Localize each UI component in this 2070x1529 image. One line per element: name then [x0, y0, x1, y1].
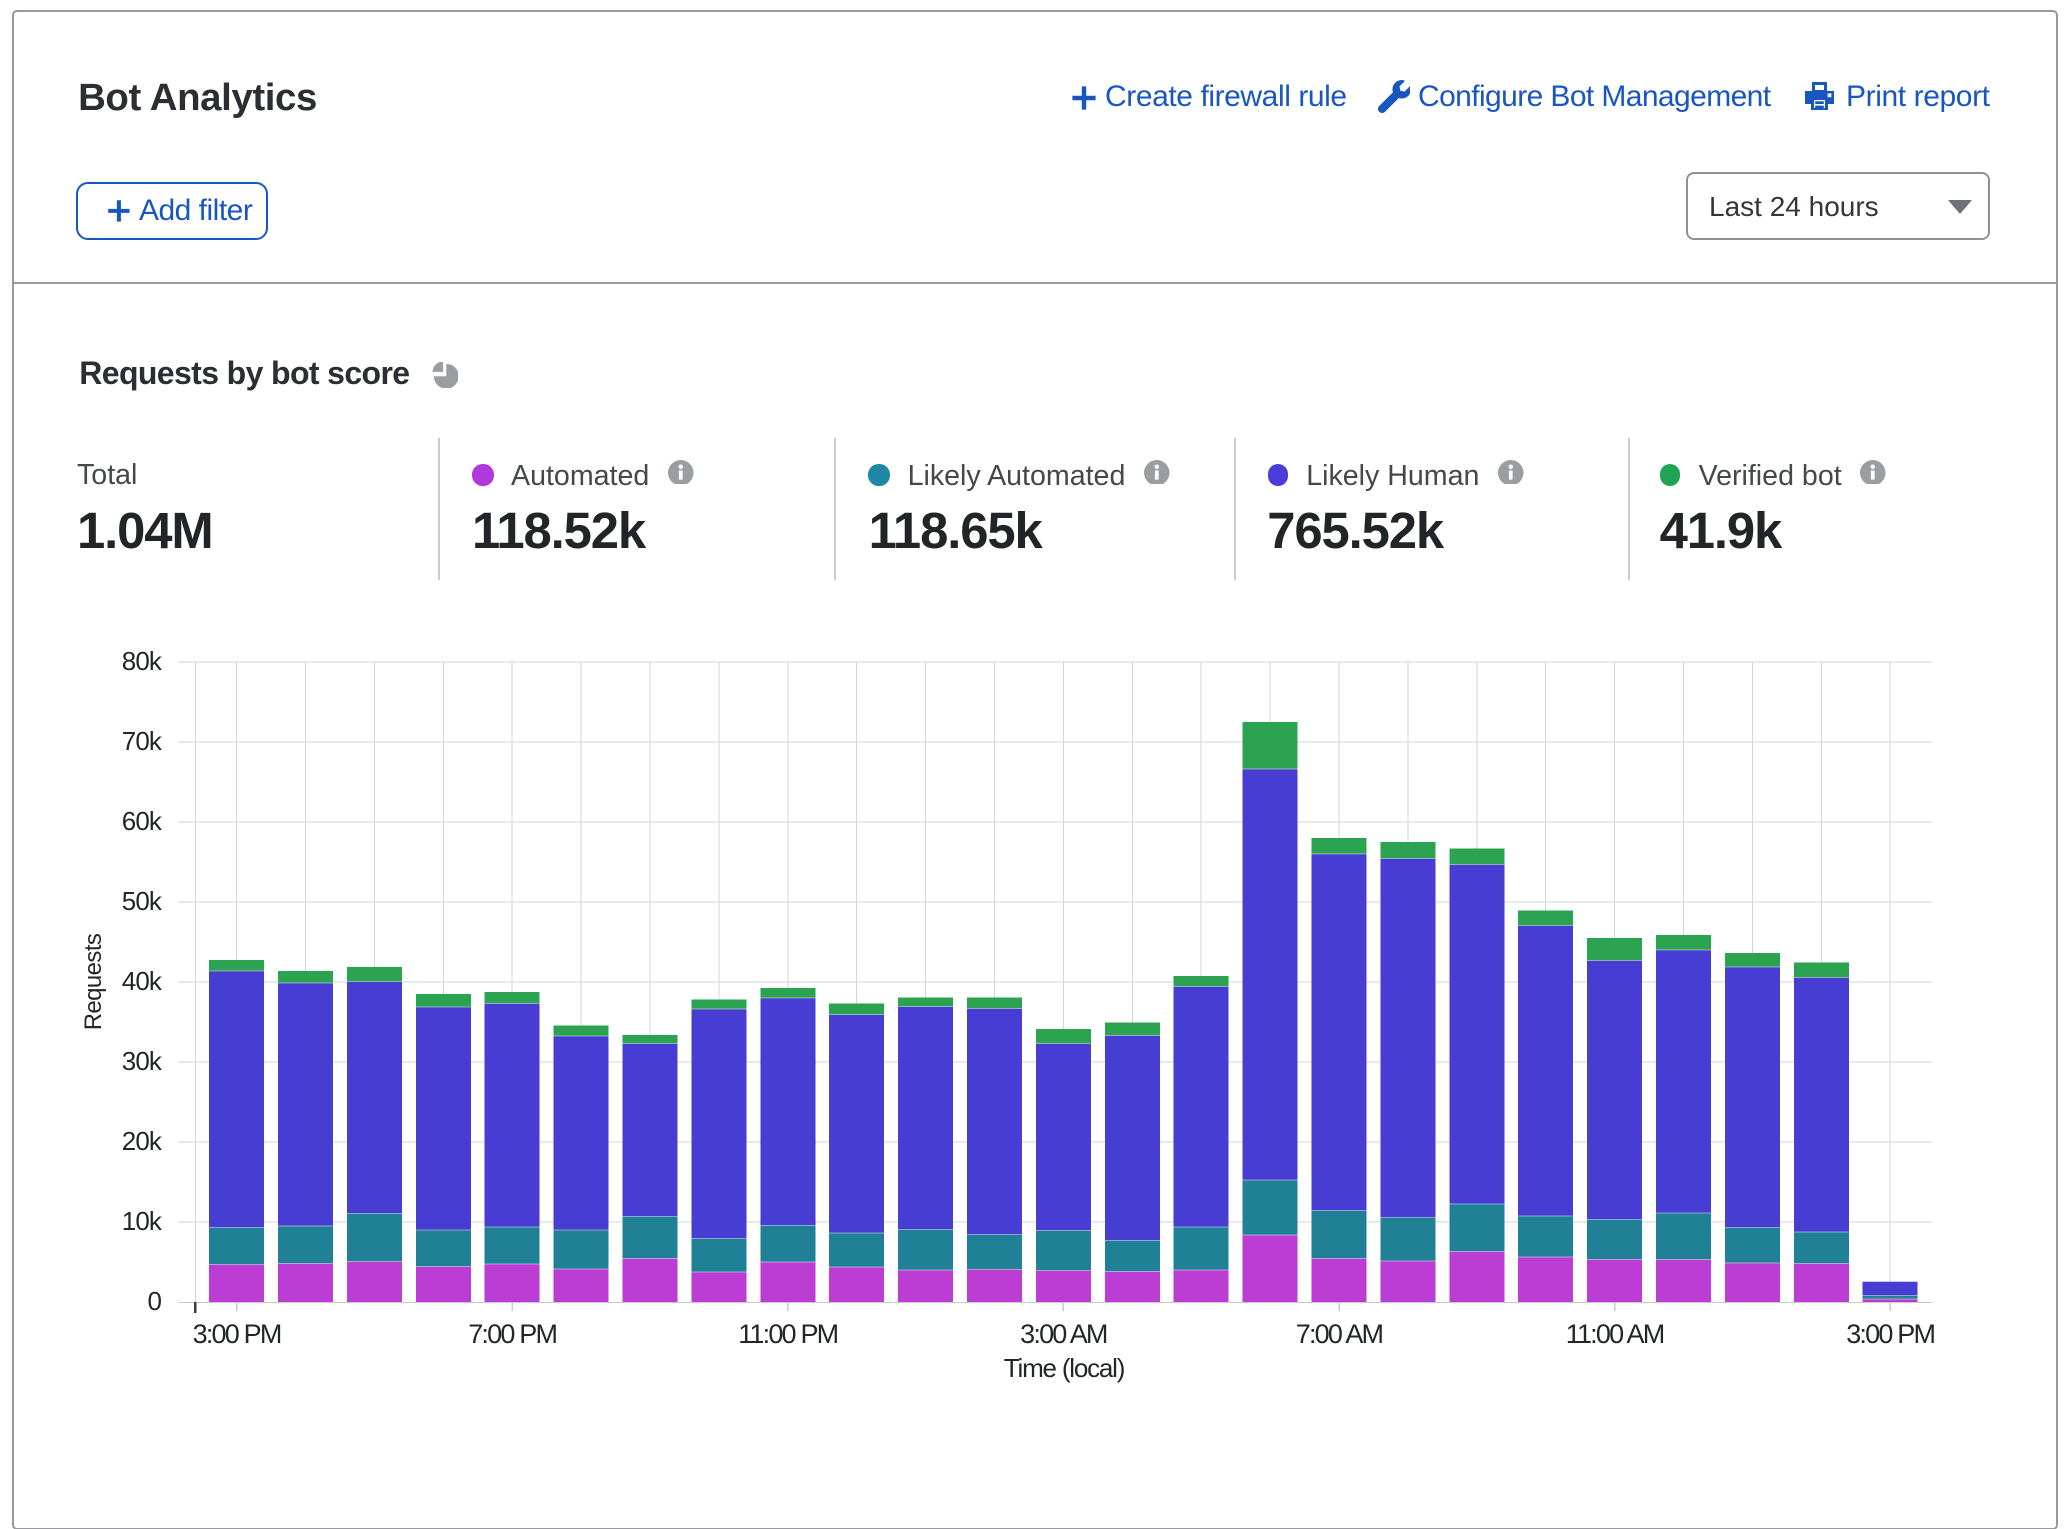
- svg-text:10k: 10k: [122, 1206, 163, 1236]
- svg-text:7:00 AM: 7:00 AM: [1296, 1319, 1383, 1349]
- svg-text:11:00 AM: 11:00 AM: [1566, 1319, 1664, 1349]
- svg-text:70k: 70k: [122, 726, 163, 756]
- svg-text:3:00 PM: 3:00 PM: [193, 1319, 281, 1349]
- svg-text:11:00 PM: 11:00 PM: [738, 1319, 837, 1349]
- svg-text:7:00 PM: 7:00 PM: [468, 1319, 556, 1349]
- svg-text:Time (local): Time (local): [1004, 1353, 1125, 1383]
- svg-text:0: 0: [147, 1286, 161, 1316]
- svg-text:20k: 20k: [122, 1126, 163, 1156]
- svg-text:60k: 60k: [122, 806, 163, 836]
- svg-text:3:00 AM: 3:00 AM: [1020, 1319, 1107, 1349]
- svg-text:Requests: Requests: [80, 933, 107, 1030]
- svg-text:3:00 PM: 3:00 PM: [1846, 1319, 1934, 1349]
- svg-text:40k: 40k: [122, 966, 163, 996]
- svg-text:30k: 30k: [122, 1046, 163, 1076]
- svg-text:50k: 50k: [122, 886, 163, 916]
- svg-text:80k: 80k: [122, 646, 163, 676]
